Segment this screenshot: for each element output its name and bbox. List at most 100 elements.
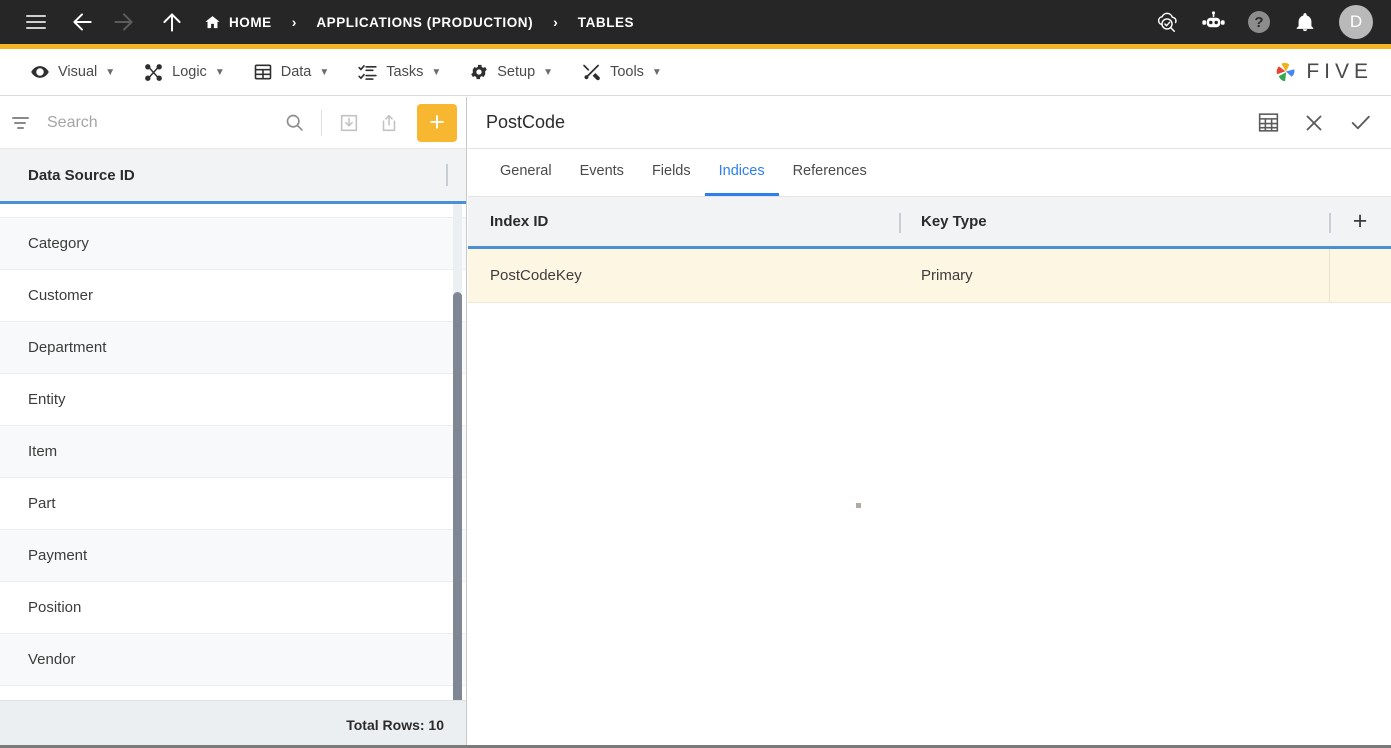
list-item[interactable]: Department bbox=[0, 322, 466, 374]
arrow-right-icon[interactable] bbox=[106, 4, 142, 40]
grid-column-label: Key Type bbox=[921, 213, 987, 230]
list-item[interactable]: Item bbox=[0, 426, 466, 478]
tab-indices[interactable]: Indices bbox=[704, 149, 779, 196]
hamburger-menu-icon[interactable] bbox=[18, 4, 54, 40]
search-input[interactable] bbox=[47, 113, 271, 132]
robot-assistant-icon[interactable] bbox=[1195, 4, 1231, 40]
menu-item-tasks[interactable]: Tasks ▼ bbox=[343, 56, 455, 89]
menu-item-setup[interactable]: Setup ▼ bbox=[455, 56, 567, 88]
cell-key-type: Primary bbox=[921, 267, 973, 284]
grid-column-index-id: Index ID bbox=[468, 197, 899, 246]
list-item-label: Vendor bbox=[28, 651, 76, 668]
export-share-icon[interactable] bbox=[372, 106, 406, 140]
help-icon[interactable]: ? bbox=[1241, 4, 1277, 40]
column-resize-handle[interactable] bbox=[446, 164, 448, 186]
cell-index-id: PostCodeKey bbox=[490, 267, 582, 284]
list-item-partial bbox=[0, 204, 466, 218]
menu-item-data[interactable]: Data ▼ bbox=[239, 56, 344, 88]
save-check-icon[interactable] bbox=[1343, 106, 1377, 140]
cell-actions bbox=[1329, 249, 1391, 302]
eye-icon bbox=[30, 62, 50, 82]
total-rows-label: Total Rows: 10 bbox=[0, 700, 466, 748]
chevron-down-icon: ▼ bbox=[431, 66, 442, 78]
import-download-icon[interactable] bbox=[332, 106, 366, 140]
list-item[interactable]: Position bbox=[0, 582, 466, 634]
tab-fields[interactable]: Fields bbox=[638, 149, 705, 196]
menu-label-data: Data bbox=[280, 64, 312, 80]
data-sources-panel: + Data Source ID Category Customer Depar… bbox=[0, 97, 467, 748]
list-item[interactable]: Customer bbox=[0, 270, 466, 322]
menu-label-logic: Logic bbox=[172, 64, 207, 80]
list-item-label: Item bbox=[28, 443, 58, 460]
detail-actions bbox=[1251, 106, 1377, 140]
breadcrumb-label-applications: APPLICATIONS (PRODUCTION) bbox=[316, 14, 534, 30]
five-brand-logo: FIVE bbox=[1273, 59, 1373, 85]
add-new-button[interactable]: + bbox=[417, 103, 457, 142]
tab-references[interactable]: References bbox=[779, 149, 881, 196]
chevron-down-icon: ▼ bbox=[214, 66, 225, 78]
menu-label-tasks: Tasks bbox=[386, 64, 424, 80]
breadcrumb-label-tables: TABLES bbox=[577, 14, 635, 30]
list-item[interactable]: Category bbox=[0, 218, 466, 270]
table-detail-panel: PostCode General Events Fields Indices R… bbox=[468, 97, 1391, 748]
filter-icon[interactable] bbox=[12, 116, 29, 129]
menu-item-tools[interactable]: Tools ▼ bbox=[567, 56, 676, 89]
list-item[interactable]: Vendor bbox=[0, 634, 466, 686]
grid-column-label: Index ID bbox=[490, 213, 549, 230]
breadcrumb-separator-2: › bbox=[553, 14, 558, 30]
tab-label: Indices bbox=[718, 163, 765, 179]
close-icon[interactable] bbox=[1297, 106, 1331, 140]
help-question-glyph: ? bbox=[1248, 11, 1270, 33]
list-item-label: Position bbox=[28, 599, 82, 616]
tab-label: Fields bbox=[651, 163, 691, 179]
breadcrumb-item-tables[interactable]: TABLES bbox=[576, 15, 636, 30]
column-divider bbox=[899, 213, 901, 233]
sidebar-toolbar: + bbox=[0, 97, 466, 149]
tab-label: General bbox=[500, 163, 552, 179]
tools-wrench-hammer-icon bbox=[581, 62, 602, 83]
avatar[interactable]: D bbox=[1339, 5, 1373, 39]
indices-grid-header: Index ID Key Type + bbox=[468, 197, 1391, 249]
menu-label-setup: Setup bbox=[497, 64, 536, 80]
logic-nodes-icon bbox=[143, 62, 164, 83]
toolbar-divider bbox=[321, 109, 322, 136]
page-title: PostCode bbox=[486, 112, 566, 132]
add-index-button[interactable]: + bbox=[1353, 207, 1368, 236]
grid-column-actions: + bbox=[1329, 197, 1391, 246]
notifications-bell-icon[interactable] bbox=[1287, 4, 1323, 40]
list-item-label: Part bbox=[28, 495, 56, 512]
table-grid-icon bbox=[253, 62, 273, 82]
chevron-down-icon: ▼ bbox=[105, 66, 116, 78]
search-icon[interactable] bbox=[277, 106, 311, 140]
breadcrumb-label-home: HOME bbox=[229, 14, 272, 30]
grid-table-view-icon[interactable] bbox=[1251, 106, 1285, 140]
table-row[interactable]: PostCodeKey Primary bbox=[468, 249, 1391, 303]
chevron-down-icon: ▼ bbox=[543, 66, 554, 78]
home-icon bbox=[204, 14, 221, 31]
topbar-left-group: HOME › APPLICATIONS (PRODUCTION) › TABLE… bbox=[0, 4, 636, 40]
tab-label: Events bbox=[579, 163, 624, 179]
list-item-label: Department bbox=[28, 339, 107, 356]
cloud-check-icon[interactable] bbox=[1149, 4, 1185, 40]
arrow-up-icon[interactable] bbox=[154, 4, 190, 40]
column-divider bbox=[1329, 213, 1331, 233]
topbar-right-group: ? D bbox=[1149, 4, 1391, 40]
menu-item-logic[interactable]: Logic ▼ bbox=[129, 56, 239, 89]
scrollbar-thumb[interactable] bbox=[453, 292, 462, 700]
list-item[interactable]: Part bbox=[0, 478, 466, 530]
list-item[interactable]: Entity bbox=[0, 374, 466, 426]
breadcrumb-item-applications[interactable]: APPLICATIONS (PRODUCTION) bbox=[314, 15, 535, 30]
menu-item-visual[interactable]: Visual ▼ bbox=[16, 56, 129, 88]
tab-general[interactable]: General bbox=[486, 149, 566, 196]
brand-text: FIVE bbox=[1306, 60, 1373, 83]
five-pinwheel-logo bbox=[1273, 59, 1299, 85]
column-header-data-source-id: Data Source ID bbox=[28, 166, 135, 184]
breadcrumb-separator: › bbox=[291, 14, 297, 30]
breadcrumb-item-home[interactable]: HOME bbox=[202, 14, 274, 31]
arrow-left-icon[interactable] bbox=[64, 4, 100, 40]
top-navigation-bar: HOME › APPLICATIONS (PRODUCTION) › TABLE… bbox=[0, 0, 1391, 49]
data-sources-list[interactable]: Category Customer Department Entity Item… bbox=[0, 204, 466, 700]
tab-events[interactable]: Events bbox=[566, 149, 638, 196]
list-item[interactable]: Payment bbox=[0, 530, 466, 582]
task-list-icon bbox=[357, 62, 378, 83]
